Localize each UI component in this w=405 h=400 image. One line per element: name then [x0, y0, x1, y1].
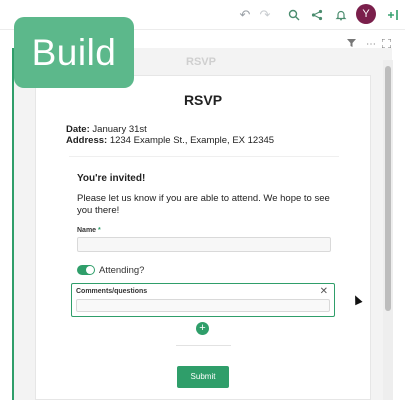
form-title: RSVP: [183, 92, 223, 108]
divider: [176, 345, 231, 346]
share-icon[interactable]: [308, 6, 326, 24]
comments-field-block[interactable]: Comments/questions ✕: [71, 283, 335, 317]
rsvp-form: RSVP Date: January 31st Address: 1234 Ex…: [35, 75, 371, 400]
date-label: Date:: [66, 124, 90, 135]
redo-icon[interactable]: ↷: [256, 6, 274, 24]
name-label-text: Name: [77, 227, 97, 234]
avatar[interactable]: Y: [356, 4, 376, 24]
submit-button[interactable]: Submit: [177, 366, 229, 388]
name-field[interactable]: [77, 237, 331, 252]
bell-icon[interactable]: [332, 6, 350, 24]
add-column-icon[interactable]: [384, 6, 402, 24]
search-icon[interactable]: [285, 6, 303, 24]
attending-label: Attending?: [99, 265, 145, 276]
date-value: January 31st: [92, 124, 147, 135]
comments-field[interactable]: [76, 299, 330, 312]
invited-heading: You're invited!: [77, 173, 146, 184]
undo-icon[interactable]: ↶: [236, 6, 254, 24]
name-label: Name *: [77, 227, 101, 234]
invited-body: Please let us know if you are able to at…: [77, 193, 330, 216]
comments-label: Comments/questions: [76, 288, 148, 295]
attending-toggle[interactable]: [77, 265, 95, 275]
address-line: Address: 1234 Example St., Example, EX 1…: [66, 135, 274, 146]
date-line: Date: January 31st: [66, 124, 147, 135]
build-badge: Build: [14, 17, 134, 88]
scrollbar-thumb[interactable]: [385, 66, 391, 311]
address-value: 1234 Example St., Example, EX 12345: [109, 135, 275, 146]
close-icon[interactable]: ✕: [320, 286, 328, 297]
ghost-title: RSVP: [186, 56, 216, 68]
add-field-button[interactable]: +: [196, 322, 209, 335]
required-mark: *: [98, 227, 101, 234]
form-section: You're invited! Please let us know if yo…: [69, 156, 339, 346]
address-label: Address:: [66, 135, 108, 146]
